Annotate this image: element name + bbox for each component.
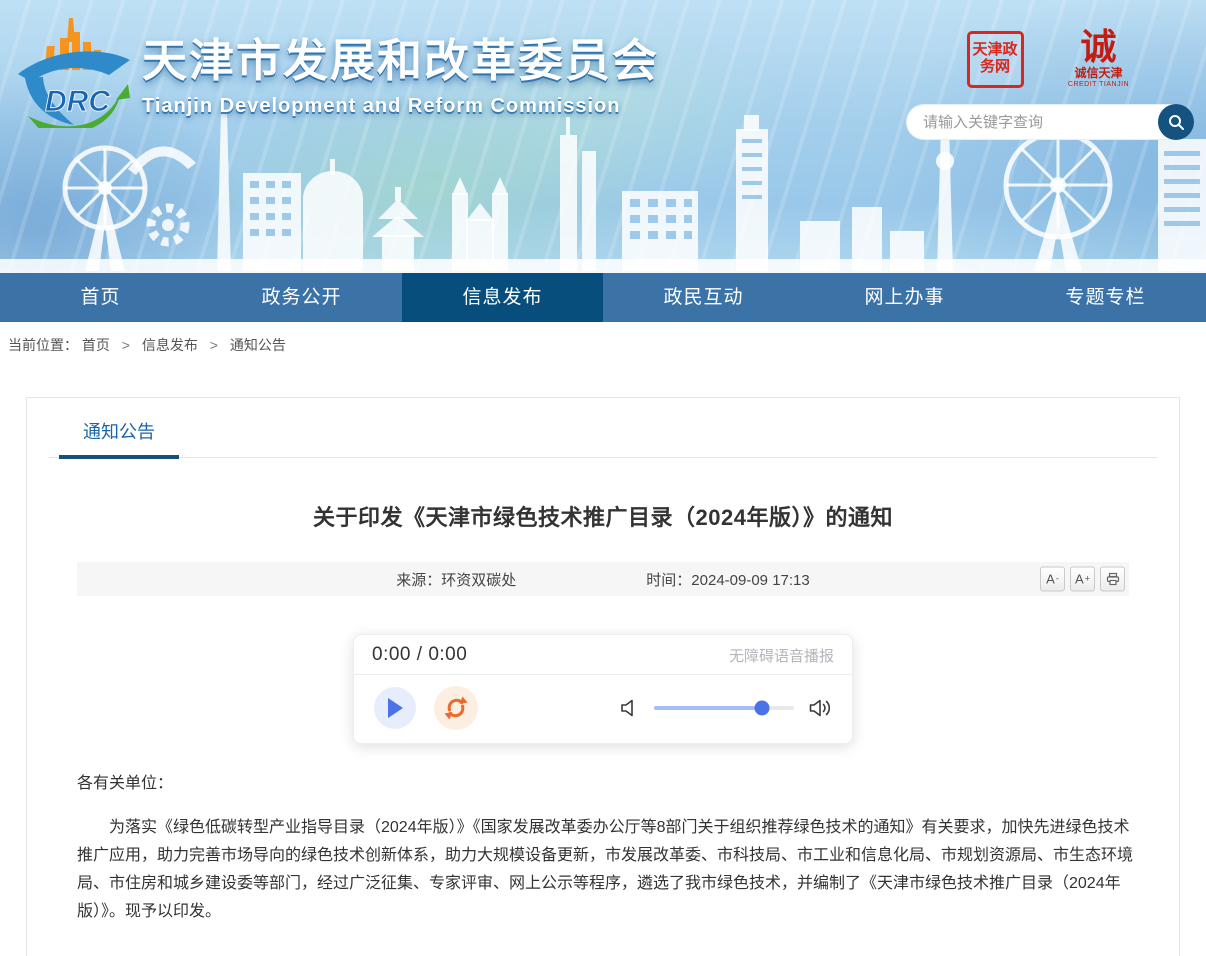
breadcrumb: 当前位置： 首页 > 信息发布 > 通知公告 (0, 322, 1206, 366)
main-nav: 首页 政务公开 信息发布 政民互动 网上办事 专题专栏 (0, 273, 1206, 322)
font-increase-button[interactable]: A+ (1070, 567, 1095, 592)
drc-logo: DRC (12, 14, 134, 128)
volume-high-icon (808, 697, 832, 719)
nav-item-online-services[interactable]: 网上办事 (804, 273, 1005, 322)
volume-low-icon (618, 697, 640, 719)
accessibility-audio-player: 0:00 / 0:00 无障碍语音播报 (353, 634, 853, 744)
refresh-icon (443, 695, 469, 721)
credit-seal-en-text: CREDIT TIANJIN (1060, 80, 1138, 90)
site-brand: DRC 天津市发展和改革委员会 Tianjin Development and … (12, 14, 659, 128)
article-meta-bar: 来源：环资双碳处 时间：2024-09-09 17:13 A- A+ (77, 562, 1129, 596)
nav-item-info-release[interactable]: 信息发布 (402, 273, 603, 322)
volume-high-button[interactable] (808, 697, 832, 719)
audio-player-header: 0:00 / 0:00 无障碍语音播报 (354, 635, 852, 675)
breadcrumb-separator: > (122, 337, 130, 353)
nav-item-gov-affairs[interactable]: 政务公开 (201, 273, 402, 322)
site-subtitle: Tianjin Development and Reform Commissio… (142, 95, 659, 118)
tab-notices[interactable]: 通知公告 (59, 418, 179, 459)
volume-slider-thumb[interactable] (754, 701, 769, 716)
nav-item-special-topics[interactable]: 专题专栏 (1005, 273, 1206, 322)
site-search (906, 104, 1194, 140)
tianjin-gov-network-seal[interactable]: 天津政务网 (967, 31, 1024, 88)
article-time: 时间：2024-09-09 17:13 (646, 569, 809, 590)
font-letter: A (1075, 572, 1084, 587)
volume-low-button[interactable] (618, 697, 640, 719)
article-title: 关于印发《天津市绿色技术推广目录（2024年版）》的通知 (87, 500, 1119, 532)
nav-item-home[interactable]: 首页 (0, 273, 201, 322)
search-icon (1167, 113, 1185, 131)
printer-icon (1106, 573, 1120, 586)
article-paragraph: 为落实《绿色低碳转型产业指导目录（2024年版）》《国家发展改革委办公厅等8部门… (77, 814, 1134, 926)
time-label: 时间： (646, 572, 691, 589)
breadcrumb-separator: > (210, 337, 218, 353)
header-seals: 天津政务网 诚 诚信天津 CREDIT TIANJIN (906, 28, 1198, 90)
play-icon (386, 698, 404, 718)
search-input[interactable] (906, 104, 1194, 140)
tabs-row: 通知公告 (49, 418, 1157, 458)
source-label: 来源： (396, 572, 441, 589)
nav-item-interaction[interactable]: 政民互动 (603, 273, 804, 322)
breadcrumb-prefix: 当前位置： (8, 337, 78, 353)
article-salutation: 各有关单位： (77, 770, 1134, 798)
breadcrumb-link-home[interactable]: 首页 (82, 337, 110, 353)
header-right: 天津政务网 诚 诚信天津 CREDIT TIANJIN (906, 28, 1198, 140)
audio-player-controls (354, 675, 852, 743)
print-button[interactable] (1100, 567, 1125, 592)
volume-control (618, 697, 832, 719)
replay-button[interactable] (434, 686, 478, 730)
time-value: 2024-09-09 17:13 (691, 572, 809, 589)
gov-seal-text: 天津政务网 (972, 42, 1019, 76)
volume-slider[interactable] (654, 706, 794, 710)
credit-tianjin-seal[interactable]: 诚 诚信天津 CREDIT TIANJIN (1060, 28, 1138, 90)
article-tools: A- A+ (1040, 567, 1125, 592)
audio-time-display: 0:00 / 0:00 (372, 644, 467, 666)
article-body: 各有关单位： 为落实《绿色低碳转型产业指导目录（2024年版）》《国家发展改革委… (77, 770, 1134, 926)
search-button[interactable] (1158, 104, 1194, 140)
article-source: 来源：环资双碳处 (396, 569, 516, 590)
audio-player-caption: 无障碍语音播报 (729, 645, 834, 666)
credit-seal-glyph: 诚 (1060, 28, 1138, 66)
credit-seal-cn-text: 诚信天津 (1060, 66, 1138, 80)
font-letter: A (1046, 572, 1055, 587)
play-button[interactable] (374, 687, 416, 729)
breadcrumb-link-info-release[interactable]: 信息发布 (142, 337, 198, 353)
site-header: DRC 天津市发展和改革委员会 Tianjin Development and … (0, 0, 1206, 273)
article-container: 通知公告 关于印发《天津市绿色技术推广目录（2024年版）》的通知 来源：环资双… (26, 397, 1180, 956)
breadcrumb-link-notices[interactable]: 通知公告 (230, 337, 286, 353)
font-decrease-button[interactable]: A- (1040, 567, 1065, 592)
increase-sign: + (1085, 575, 1090, 584)
decrease-sign: - (1056, 575, 1059, 584)
svg-text:DRC: DRC (45, 85, 111, 118)
site-title: 天津市发展和改革委员会 (142, 24, 659, 89)
volume-slider-fill (654, 706, 762, 710)
source-value: 环资双碳处 (441, 572, 516, 589)
